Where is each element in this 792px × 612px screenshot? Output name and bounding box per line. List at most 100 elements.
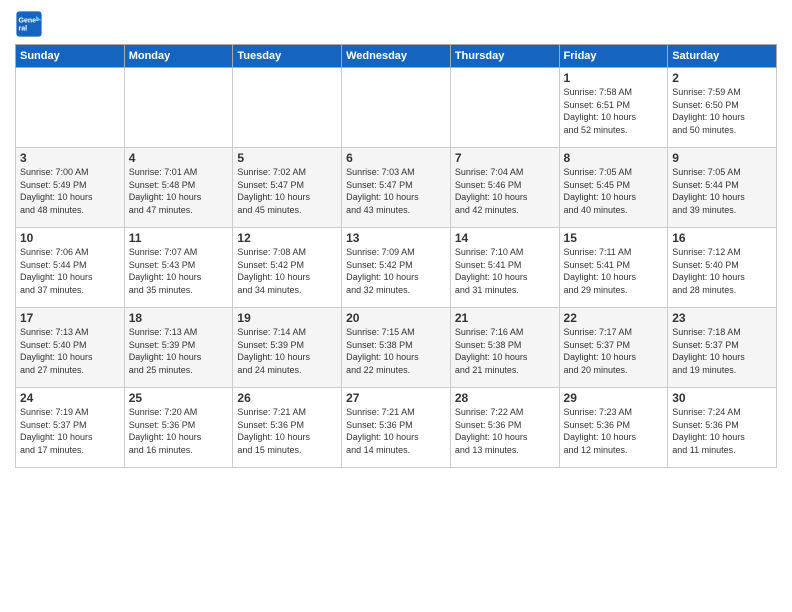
day-number: 13 [346,231,446,245]
day-info: Sunrise: 7:02 AMSunset: 5:47 PMDaylight:… [237,166,337,216]
day-info: Sunrise: 7:17 AMSunset: 5:37 PMDaylight:… [564,326,664,376]
calendar-cell [124,68,233,148]
page-container: Gene- ral SundayMondayTuesdayWednesdayTh… [0,0,792,473]
calendar-cell: 27Sunrise: 7:21 AMSunset: 5:36 PMDayligh… [342,388,451,468]
header: Gene- ral [15,10,777,38]
day-number: 2 [672,71,772,85]
calendar-cell: 29Sunrise: 7:23 AMSunset: 5:36 PMDayligh… [559,388,668,468]
day-number: 17 [20,311,120,325]
calendar-cell: 9Sunrise: 7:05 AMSunset: 5:44 PMDaylight… [668,148,777,228]
day-info: Sunrise: 7:15 AMSunset: 5:38 PMDaylight:… [346,326,446,376]
day-header-friday: Friday [559,45,668,68]
calendar-cell: 3Sunrise: 7:00 AMSunset: 5:49 PMDaylight… [16,148,125,228]
calendar-cell: 22Sunrise: 7:17 AMSunset: 5:37 PMDayligh… [559,308,668,388]
day-info: Sunrise: 7:18 AMSunset: 5:37 PMDaylight:… [672,326,772,376]
day-number: 21 [455,311,555,325]
day-info: Sunrise: 7:08 AMSunset: 5:42 PMDaylight:… [237,246,337,296]
day-info: Sunrise: 7:09 AMSunset: 5:42 PMDaylight:… [346,246,446,296]
calendar-cell: 4Sunrise: 7:01 AMSunset: 5:48 PMDaylight… [124,148,233,228]
day-info: Sunrise: 7:58 AMSunset: 6:51 PMDaylight:… [564,86,664,136]
header-row: SundayMondayTuesdayWednesdayThursdayFrid… [16,45,777,68]
day-number: 10 [20,231,120,245]
calendar-cell: 7Sunrise: 7:04 AMSunset: 5:46 PMDaylight… [450,148,559,228]
day-info: Sunrise: 7:01 AMSunset: 5:48 PMDaylight:… [129,166,229,216]
day-number: 30 [672,391,772,405]
day-number: 22 [564,311,664,325]
day-info: Sunrise: 7:21 AMSunset: 5:36 PMDaylight:… [346,406,446,456]
day-header-sunday: Sunday [16,45,125,68]
calendar-cell: 30Sunrise: 7:24 AMSunset: 5:36 PMDayligh… [668,388,777,468]
calendar-cell: 28Sunrise: 7:22 AMSunset: 5:36 PMDayligh… [450,388,559,468]
calendar-cell: 26Sunrise: 7:21 AMSunset: 5:36 PMDayligh… [233,388,342,468]
day-number: 1 [564,71,664,85]
day-number: 16 [672,231,772,245]
day-number: 26 [237,391,337,405]
day-header-tuesday: Tuesday [233,45,342,68]
day-number: 11 [129,231,229,245]
calendar-cell: 16Sunrise: 7:12 AMSunset: 5:40 PMDayligh… [668,228,777,308]
day-number: 24 [20,391,120,405]
calendar-cell: 18Sunrise: 7:13 AMSunset: 5:39 PMDayligh… [124,308,233,388]
day-info: Sunrise: 7:19 AMSunset: 5:37 PMDaylight:… [20,406,120,456]
calendar-cell: 8Sunrise: 7:05 AMSunset: 5:45 PMDaylight… [559,148,668,228]
calendar-cell: 5Sunrise: 7:02 AMSunset: 5:47 PMDaylight… [233,148,342,228]
logo-icon: Gene- ral [15,10,43,38]
day-number: 9 [672,151,772,165]
calendar-cell: 25Sunrise: 7:20 AMSunset: 5:36 PMDayligh… [124,388,233,468]
day-header-monday: Monday [124,45,233,68]
calendar-cell: 13Sunrise: 7:09 AMSunset: 5:42 PMDayligh… [342,228,451,308]
calendar-cell: 1Sunrise: 7:58 AMSunset: 6:51 PMDaylight… [559,68,668,148]
calendar-week-3: 10Sunrise: 7:06 AMSunset: 5:44 PMDayligh… [16,228,777,308]
day-number: 23 [672,311,772,325]
day-info: Sunrise: 7:14 AMSunset: 5:39 PMDaylight:… [237,326,337,376]
day-info: Sunrise: 7:05 AMSunset: 5:44 PMDaylight:… [672,166,772,216]
day-info: Sunrise: 7:13 AMSunset: 5:39 PMDaylight:… [129,326,229,376]
calendar-cell: 23Sunrise: 7:18 AMSunset: 5:37 PMDayligh… [668,308,777,388]
calendar-cell [450,68,559,148]
day-info: Sunrise: 7:00 AMSunset: 5:49 PMDaylight:… [20,166,120,216]
day-info: Sunrise: 7:07 AMSunset: 5:43 PMDaylight:… [129,246,229,296]
calendar-cell: 11Sunrise: 7:07 AMSunset: 5:43 PMDayligh… [124,228,233,308]
calendar-week-5: 24Sunrise: 7:19 AMSunset: 5:37 PMDayligh… [16,388,777,468]
day-info: Sunrise: 7:13 AMSunset: 5:40 PMDaylight:… [20,326,120,376]
day-number: 15 [564,231,664,245]
day-info: Sunrise: 7:12 AMSunset: 5:40 PMDaylight:… [672,246,772,296]
day-info: Sunrise: 7:22 AMSunset: 5:36 PMDaylight:… [455,406,555,456]
calendar-cell: 14Sunrise: 7:10 AMSunset: 5:41 PMDayligh… [450,228,559,308]
day-info: Sunrise: 7:16 AMSunset: 5:38 PMDaylight:… [455,326,555,376]
day-number: 29 [564,391,664,405]
calendar-cell: 10Sunrise: 7:06 AMSunset: 5:44 PMDayligh… [16,228,125,308]
day-number: 12 [237,231,337,245]
calendar-week-2: 3Sunrise: 7:00 AMSunset: 5:49 PMDaylight… [16,148,777,228]
day-number: 5 [237,151,337,165]
day-number: 19 [237,311,337,325]
calendar-cell: 17Sunrise: 7:13 AMSunset: 5:40 PMDayligh… [16,308,125,388]
day-header-saturday: Saturday [668,45,777,68]
calendar-week-1: 1Sunrise: 7:58 AMSunset: 6:51 PMDaylight… [16,68,777,148]
svg-text:ral: ral [19,25,28,32]
calendar-cell [16,68,125,148]
day-number: 28 [455,391,555,405]
calendar-cell: 12Sunrise: 7:08 AMSunset: 5:42 PMDayligh… [233,228,342,308]
calendar-cell: 6Sunrise: 7:03 AMSunset: 5:47 PMDaylight… [342,148,451,228]
calendar-cell: 2Sunrise: 7:59 AMSunset: 6:50 PMDaylight… [668,68,777,148]
day-info: Sunrise: 7:11 AMSunset: 5:41 PMDaylight:… [564,246,664,296]
day-info: Sunrise: 7:23 AMSunset: 5:36 PMDaylight:… [564,406,664,456]
day-info: Sunrise: 7:24 AMSunset: 5:36 PMDaylight:… [672,406,772,456]
day-header-wednesday: Wednesday [342,45,451,68]
logo: Gene- ral [15,10,47,38]
calendar-cell: 19Sunrise: 7:14 AMSunset: 5:39 PMDayligh… [233,308,342,388]
day-number: 6 [346,151,446,165]
day-info: Sunrise: 7:59 AMSunset: 6:50 PMDaylight:… [672,86,772,136]
calendar-cell: 15Sunrise: 7:11 AMSunset: 5:41 PMDayligh… [559,228,668,308]
day-info: Sunrise: 7:03 AMSunset: 5:47 PMDaylight:… [346,166,446,216]
day-info: Sunrise: 7:21 AMSunset: 5:36 PMDaylight:… [237,406,337,456]
day-number: 18 [129,311,229,325]
calendar-table: SundayMondayTuesdayWednesdayThursdayFrid… [15,44,777,468]
calendar-week-4: 17Sunrise: 7:13 AMSunset: 5:40 PMDayligh… [16,308,777,388]
calendar-cell [233,68,342,148]
day-number: 20 [346,311,446,325]
day-number: 4 [129,151,229,165]
day-number: 14 [455,231,555,245]
day-info: Sunrise: 7:10 AMSunset: 5:41 PMDaylight:… [455,246,555,296]
